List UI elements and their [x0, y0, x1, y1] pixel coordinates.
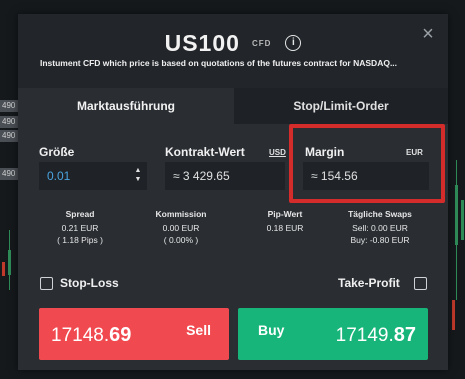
cfd-badge: CFD	[251, 38, 272, 48]
swaps-title: Tägliche Swaps	[348, 209, 412, 219]
close-icon[interactable]: ×	[418, 24, 438, 44]
buy-button[interactable]: Buy 17149.87	[238, 308, 428, 360]
buy-price-main: 17149.	[335, 325, 394, 346]
spread-stat: Spread 0.21 EUR ( 1.18 Pips )	[35, 209, 125, 246]
contract-value-label: Kontrakt-Wert	[165, 145, 245, 159]
order-dialog: US100 CFD i × Instument CFD which price …	[18, 14, 448, 370]
size-stepper[interactable]: ▲ ▼	[133, 166, 143, 186]
sell-button[interactable]: 17148.69 Sell	[39, 308, 229, 360]
pip-value-stat: Pip-Wert 0.18 EUR	[240, 209, 330, 234]
margin-highlight-box	[289, 124, 445, 203]
candle	[455, 185, 458, 245]
commission-title: Kommission	[155, 209, 207, 219]
axis-tick: 490	[0, 116, 18, 128]
size-label: Größe	[39, 145, 75, 159]
swaps-buy: Buy: -0.80 EUR	[350, 235, 410, 245]
candle	[2, 262, 5, 276]
spread-pips: ( 1.18 Pips )	[57, 235, 103, 245]
axis-tick: 490	[0, 130, 18, 142]
axis-tick: 490	[0, 100, 18, 112]
commission-stat: Kommission 0.00 EUR ( 0.00% )	[136, 209, 226, 246]
order-type-tabs: Marktausführung Stop/Limit-Order	[18, 88, 448, 124]
commission-value: 0.00 EUR	[162, 223, 200, 233]
buy-label: Buy	[258, 322, 285, 338]
sell-price: 17148.69	[51, 324, 131, 347]
dialog-header: US100 CFD i × Instument CFD which price …	[18, 14, 448, 88]
title-row: US100 CFD i	[18, 28, 448, 58]
stop-loss-label[interactable]: Stop-Loss	[60, 276, 119, 290]
commission-percent: ( 0.00% )	[163, 235, 199, 245]
info-icon[interactable]: i	[285, 35, 302, 51]
spread-title: Spread	[65, 209, 95, 219]
tab-market-execution[interactable]: Marktausführung	[18, 88, 234, 124]
candle	[461, 200, 464, 240]
swaps-sell: Sell: 0.00 EUR	[352, 223, 408, 233]
stop-loss-checkbox[interactable]	[40, 277, 53, 290]
instrument-symbol: US100	[164, 29, 240, 56]
pip-value: 0.18 EUR	[266, 223, 304, 233]
instrument-description: Instument CFD which price is based on qu…	[40, 58, 398, 68]
buy-price: 17149.87	[336, 324, 416, 347]
contract-currency-toggle[interactable]: USD	[269, 148, 286, 157]
take-profit-label[interactable]: Take-Profit	[338, 276, 400, 290]
spread-value: 0.21 EUR	[61, 223, 99, 233]
sell-label: Sell	[186, 322, 211, 338]
tab-stop-limit-order[interactable]: Stop/Limit-Order	[234, 88, 448, 124]
axis-tick: 490	[0, 168, 18, 180]
candle	[452, 300, 455, 330]
contract-value-field: ≈ 3 429.65	[165, 162, 285, 190]
candle	[8, 250, 11, 275]
sell-price-pips: 69	[109, 324, 132, 346]
size-input[interactable]: 0.01	[39, 162, 147, 190]
buy-price-pips: 87	[393, 324, 416, 346]
swaps-stat: Tägliche Swaps Sell: 0.00 EUR Buy: -0.80…	[330, 209, 430, 246]
pip-value-title: Pip-Wert	[267, 209, 303, 219]
take-profit-checkbox[interactable]	[414, 277, 427, 290]
sell-price-main: 17148.	[51, 325, 110, 346]
